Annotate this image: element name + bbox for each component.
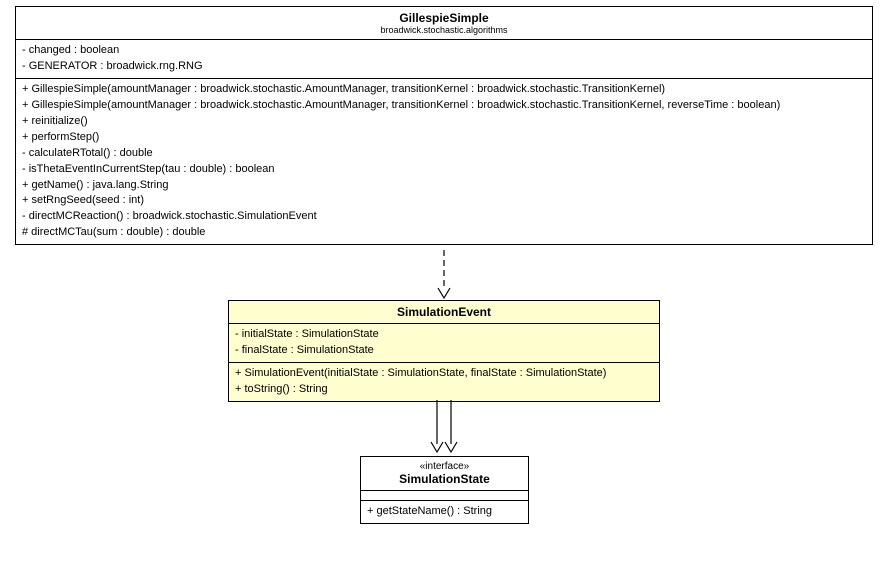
association-arrow-right <box>444 400 458 456</box>
operation: - isThetaEventInCurrentStep(tau : double… <box>22 162 866 178</box>
operation: + getStateName() : String <box>367 504 522 520</box>
class-header: «interface» SimulationState <box>361 457 528 491</box>
stereotype: «interface» <box>369 461 520 472</box>
operations-section: + GillespieSimple(amountManager : broadw… <box>16 79 872 244</box>
attribute: - changed : boolean <box>22 43 866 59</box>
operation: + GillespieSimple(amountManager : broadw… <box>22 82 866 98</box>
operation: + setRngSeed(seed : int) <box>22 193 866 209</box>
operation: + getName() : java.lang.String <box>22 178 866 194</box>
class-name: SimulationEvent <box>237 305 651 319</box>
attribute: - initialState : SimulationState <box>235 327 653 343</box>
operation: # directMCTau(sum : double) : double <box>22 225 866 241</box>
class-package: broadwick.stochastic.algorithms <box>24 25 864 35</box>
operation: + performStep() <box>22 130 866 146</box>
operation: - directMCReaction() : broadwick.stochas… <box>22 209 866 225</box>
interface-simulation-state: «interface» SimulationState + getStateNa… <box>360 456 529 524</box>
operation: + toString() : String <box>235 382 653 398</box>
attribute: - GENERATOR : broadwick.rng.RNG <box>22 59 866 75</box>
operations-section: + getStateName() : String <box>361 501 528 523</box>
class-header: GillespieSimple broadwick.stochastic.alg… <box>16 7 872 40</box>
class-name: GillespieSimple <box>24 11 864 25</box>
attribute: - finalState : SimulationState <box>235 343 653 359</box>
operation: + reinitialize() <box>22 114 866 130</box>
operation: - calculateRTotal() : double <box>22 146 866 162</box>
association-arrow-left <box>430 400 444 456</box>
dependency-arrow <box>437 250 451 300</box>
operation: + SimulationEvent(initialState : Simulat… <box>235 366 653 382</box>
attributes-section <box>361 491 528 501</box>
operations-section: + SimulationEvent(initialState : Simulat… <box>229 363 659 401</box>
class-name: SimulationState <box>369 472 520 486</box>
operation: + GillespieSimple(amountManager : broadw… <box>22 98 866 114</box>
class-gillespie-simple: GillespieSimple broadwick.stochastic.alg… <box>15 6 873 245</box>
class-simulation-event: SimulationEvent - initialState : Simulat… <box>228 300 660 402</box>
attributes-section: - initialState : SimulationState - final… <box>229 324 659 363</box>
class-header: SimulationEvent <box>229 301 659 324</box>
attributes-section: - changed : boolean - GENERATOR : broadw… <box>16 40 872 79</box>
